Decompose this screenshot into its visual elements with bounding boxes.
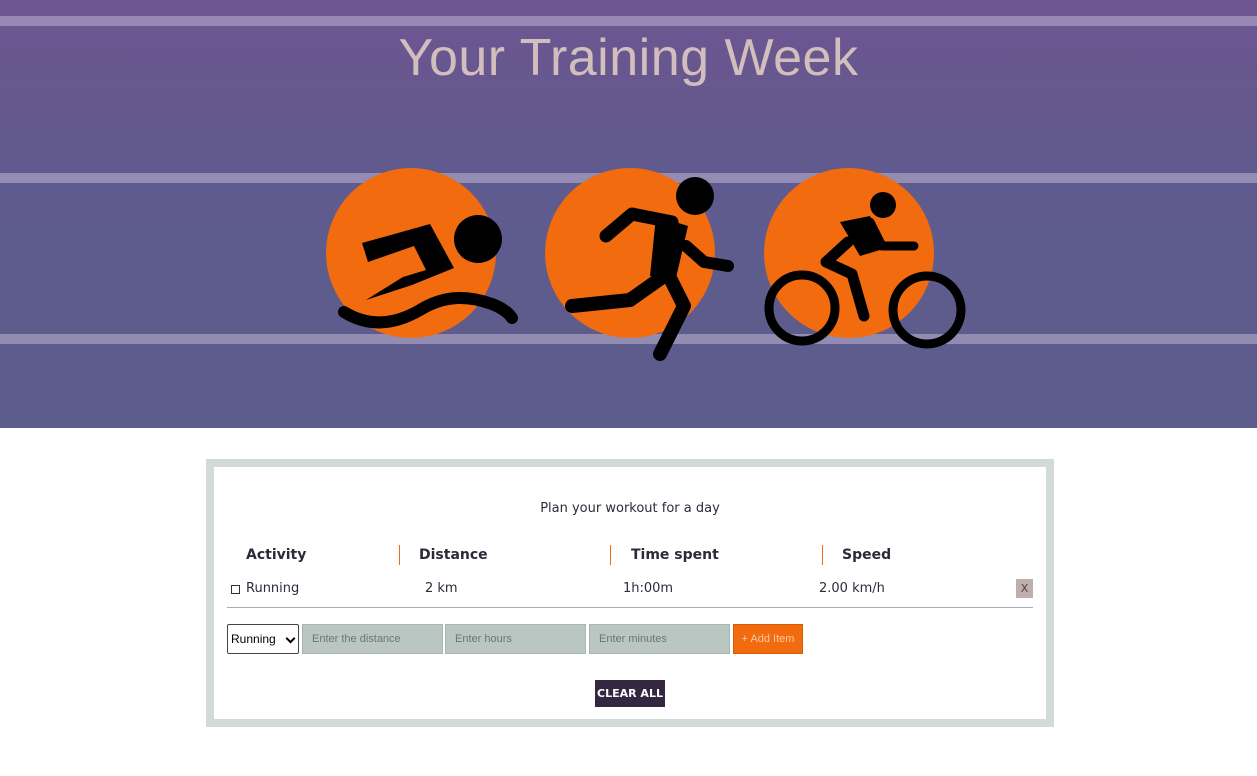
minutes-input[interactable]: [589, 624, 730, 654]
delete-row-button[interactable]: X: [1016, 579, 1033, 598]
row-checkbox[interactable]: [231, 585, 240, 594]
planner-subtitle: Plan your workout for a day: [540, 501, 720, 516]
activity-select[interactable]: Running: [227, 624, 299, 654]
column-divider: [610, 545, 611, 565]
column-divider: [822, 545, 823, 565]
cycling-icon: [764, 168, 966, 349]
column-header-speed: Speed: [842, 547, 892, 563]
table-row: Running 2 km 1h:00m 2.00 km/h X: [227, 575, 1033, 608]
hours-input[interactable]: [445, 624, 586, 654]
activity-select-value: Running: [231, 632, 276, 646]
column-divider: [399, 545, 400, 565]
workout-planner: Plan your workout for a day Activity Dis…: [206, 459, 1054, 727]
row-time: 1h:00m: [623, 581, 674, 596]
row-distance: 2 km: [425, 581, 458, 596]
planner-card: Plan your workout for a day Activity Dis…: [214, 467, 1046, 719]
row-speed: 2.00 km/h: [819, 581, 885, 596]
running-icon: [545, 168, 734, 361]
distance-input[interactable]: [302, 624, 443, 654]
row-activity: Running: [246, 581, 300, 596]
clear-all-button[interactable]: CLEAR ALL: [595, 680, 665, 707]
column-header-activity: Activity: [246, 547, 307, 563]
add-item-button[interactable]: + Add Item: [733, 624, 803, 654]
hero-banner: Your Training Week: [0, 0, 1257, 428]
swimming-icon: [326, 168, 518, 338]
chevron-down-icon: [285, 633, 296, 644]
sport-icons: [326, 168, 966, 361]
column-header-distance: Distance: [419, 547, 488, 563]
column-header-time: Time spent: [631, 547, 719, 563]
